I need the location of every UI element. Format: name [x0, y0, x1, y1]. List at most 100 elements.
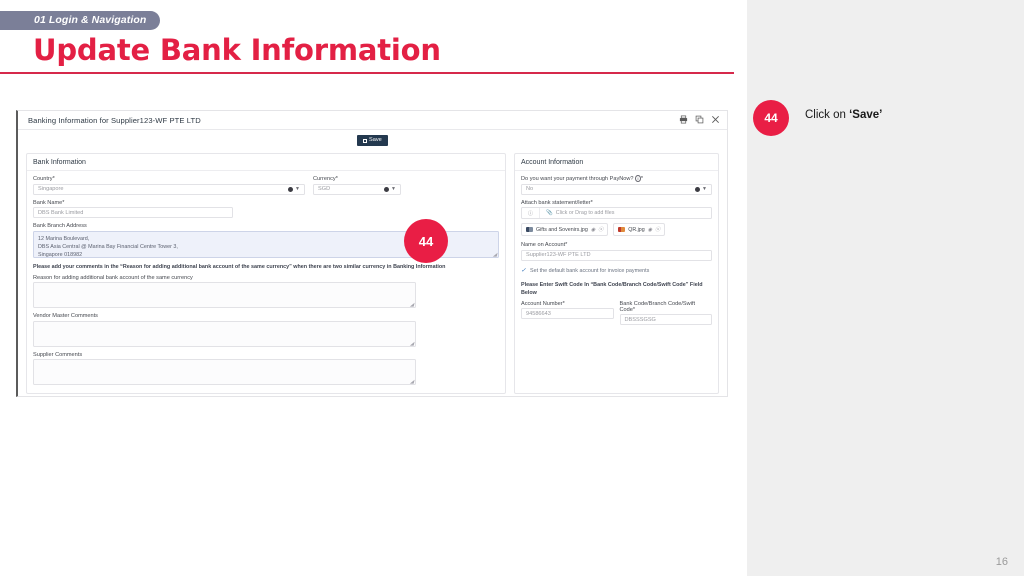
check-icon: ✓ — [520, 267, 527, 274]
paynow-value: No — [525, 186, 534, 192]
dialog-title: Banking Information for Supplier123-WF P… — [28, 116, 201, 125]
floppy-icon — [363, 138, 367, 143]
attachment-chip[interactable]: QR.jpg ◉ ⓧ — [613, 223, 666, 236]
dialog-toolbar: Save — [18, 130, 727, 153]
dialog-window-controls — [679, 115, 720, 124]
eye-icon[interactable]: ◉ — [648, 227, 652, 233]
dialog-titlebar: Banking Information for Supplier123-WF P… — [18, 111, 727, 130]
paynow-select[interactable]: No ▼ — [520, 183, 712, 195]
gear-icon[interactable] — [288, 186, 294, 192]
country-value: Singapore — [38, 186, 64, 192]
annotation-gutter — [747, 0, 1024, 576]
account-number-required-mark: * — [562, 300, 565, 307]
default-account-checkbox[interactable]: ✓ Set the default bank account for invoi… — [521, 268, 712, 274]
paynow-required-mark: * — [640, 176, 644, 182]
bank-name-label-text: Bank Name — [33, 199, 63, 206]
save-button-label: Save — [369, 137, 382, 143]
country-select-icons: ▼ — [288, 186, 300, 192]
chevron-down-icon[interactable]: ▼ — [295, 186, 300, 192]
supplier-comments-label: Supplier Comments — [33, 351, 83, 358]
attach-dropzone[interactable]: ⓘ 📎 Click or Drag to add files — [520, 207, 712, 219]
paynow-label-text: Do you want your payment through PayNow? — [520, 176, 634, 182]
resize-handle-icon[interactable]: ◢ — [493, 252, 497, 257]
reason-textarea[interactable]: ◢ — [33, 282, 416, 309]
remove-icon[interactable]: ⓧ — [598, 226, 603, 233]
attach-label-text: Attach bank statement/letter — [520, 199, 591, 206]
bank-code-label: Bank Code/Branch Code/Swift Code* — [620, 301, 713, 313]
image-thumb-icon — [618, 227, 626, 232]
chevron-down-icon[interactable]: ▼ — [702, 186, 707, 192]
info-icon[interactable]: ⓘ — [522, 208, 540, 218]
eye-icon[interactable]: ◉ — [591, 227, 595, 233]
bank-name-label: Bank Name* — [33, 200, 499, 206]
gear-icon[interactable] — [695, 186, 701, 192]
country-required-mark: * — [52, 176, 55, 182]
account-number-label: Account Number* — [521, 301, 614, 307]
country-select[interactable]: Singapore ▼ — [33, 183, 305, 195]
callout-text-strong: ‘Save’ — [849, 109, 883, 121]
callout-step-badge: 44 — [753, 100, 789, 136]
bank-code-value: DBSSSGSG — [624, 316, 656, 323]
bank-code-required-mark: * — [632, 306, 636, 313]
callout-instruction: Click on ‘Save’ — [805, 109, 882, 121]
save-button[interactable]: Save — [357, 135, 388, 146]
account-number-value: 94586643 — [525, 310, 551, 317]
paperclip-icon: 📎 — [545, 210, 553, 216]
vendor-master-comments-textarea[interactable]: ◢ — [33, 320, 416, 347]
name-on-account-input[interactable]: Supplier123-WF PTE LTD — [520, 249, 712, 261]
copy-icon[interactable] — [695, 115, 704, 124]
page-number: 16 — [995, 556, 1008, 568]
name-on-account-label: Name on Account* — [521, 242, 712, 248]
account-information-panel: Account Information Do you want your pay… — [513, 153, 719, 395]
name-on-account-required-mark: * — [565, 242, 568, 248]
paynow-label: Do you want your payment through PayNow?… — [520, 175, 712, 182]
resize-handle-icon[interactable]: ◢ — [410, 380, 414, 385]
attachment-name: QR.jpg — [628, 226, 645, 233]
attach-dropzone-label: Click or Drag to add files — [555, 210, 615, 216]
country-label-text: Country — [33, 176, 53, 182]
currency-value: SGD — [318, 186, 331, 192]
account-number-input[interactable]: 94586643 — [520, 308, 614, 320]
callout-text-prefix: Click on — [805, 109, 850, 121]
currency-label: Currency* — [313, 176, 401, 182]
image-thumb-icon — [525, 227, 533, 232]
reason-label: Reason for adding additional bank accoun… — [33, 274, 193, 281]
attachment-chip[interactable]: Gifts and Sovenirs.jpg ◉ ⓧ — [520, 223, 609, 236]
attach-required-mark: * — [590, 199, 593, 206]
account-code-fields: Account Number* 94586643 Bank Code/Branc… — [520, 301, 713, 326]
account-number-label-text: Account Number — [520, 300, 563, 307]
swift-code-note: Please Enter Swift Code In “Bank Code/Br… — [520, 281, 703, 296]
bank-name-value: DBS Bank Limited — [38, 209, 84, 216]
country-label: Country* — [33, 176, 305, 182]
app-screenshot: Banking Information for Supplier123-WF P… — [16, 110, 728, 397]
step-badge: 44 — [404, 219, 448, 263]
name-on-account-label-text: Name on Account — [520, 242, 566, 248]
resize-handle-icon[interactable]: ◢ — [410, 341, 414, 346]
default-account-checkbox-label: Set the default bank account for invoice… — [530, 267, 650, 274]
currency-label-text: Currency — [313, 176, 336, 182]
attach-dropzone-text: 📎 Click or Drag to add files — [540, 208, 711, 218]
resize-handle-icon[interactable]: ◢ — [410, 303, 414, 308]
dialog-columns: Bank Information Country* Singapore ▼ Cu… — [18, 153, 727, 395]
close-icon[interactable] — [711, 115, 720, 124]
account-information-heading: Account Information — [514, 154, 718, 171]
bank-information-panel: Bank Information Country* Singapore ▼ Cu… — [26, 153, 506, 395]
bank-name-required-mark: * — [62, 199, 65, 206]
attachment-chip-list: Gifts and Sovenirs.jpg ◉ ⓧ QR.jpg ◉ ⓧ — [520, 223, 712, 236]
name-on-account-value: Supplier123-WF PTE LTD — [525, 252, 591, 258]
print-icon[interactable] — [679, 115, 688, 124]
remove-icon[interactable]: ⓧ — [655, 226, 660, 233]
chevron-down-icon[interactable]: ▼ — [391, 186, 396, 192]
attach-label: Attach bank statement/letter* — [521, 200, 712, 206]
paynow-select-icons: ▼ — [695, 186, 707, 192]
section-tag: 01 Login & Navigation — [0, 11, 161, 30]
bank-code-label-text: Bank Code/Branch Code/Swift Code — [619, 300, 696, 313]
currency-select[interactable]: SGD ▼ — [313, 183, 401, 195]
currency-select-icons: ▼ — [384, 186, 396, 192]
gear-icon[interactable] — [384, 186, 390, 192]
supplier-comments-textarea[interactable]: ◢ — [33, 359, 416, 386]
bank-code-input[interactable]: DBSSSGSG — [619, 314, 713, 326]
bank-name-input[interactable]: DBS Bank Limited — [33, 207, 233, 218]
vendor-master-comments-label: Vendor Master Comments — [33, 313, 98, 320]
slide-canvas: 01 Login & Navigation Update Bank Inform… — [0, 0, 1024, 576]
